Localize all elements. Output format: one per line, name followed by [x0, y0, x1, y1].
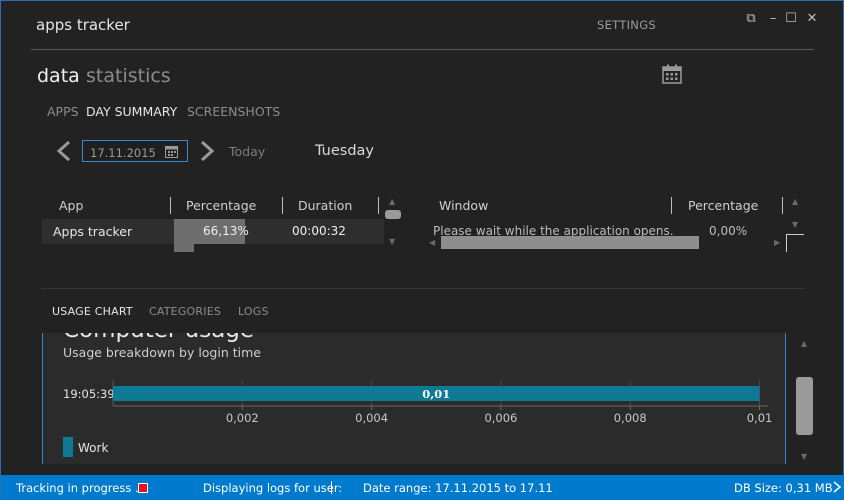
percentage-cell: 66,13%	[203, 224, 249, 238]
x-tick-label: 0,008	[614, 411, 647, 425]
tracking-status: Tracking in progress ...	[16, 481, 146, 495]
x-tick-label: 0,01	[747, 411, 773, 425]
column-divider[interactable]	[378, 197, 379, 214]
duration-cell: 00:00:32	[292, 224, 346, 238]
bar-data-label: 0,01	[422, 387, 450, 401]
maximize-button[interactable]: ☐	[783, 11, 799, 27]
column-divider[interactable]	[782, 197, 783, 214]
x-tick-label: 0,006	[484, 411, 517, 425]
column-header-window-percentage[interactable]: Percentage	[688, 198, 758, 213]
chart-scrollbar-thumb[interactable]	[796, 377, 813, 435]
header-data-tab[interactable]: data	[37, 65, 80, 87]
status-divider	[331, 481, 332, 494]
title-divider	[31, 49, 814, 50]
tab-screenshots[interactable]: SCREENSHOTS	[187, 104, 280, 119]
user-status: Displaying logs for user:	[203, 481, 343, 495]
window-percentage-cell: 0,00%	[709, 224, 748, 238]
x-tick-label: 0,002	[226, 411, 259, 425]
calendar-icon[interactable]	[662, 64, 682, 84]
scroll-up-arrow-icon[interactable]: ▲	[792, 197, 798, 206]
chevron-right-icon[interactable]	[197, 139, 217, 163]
settings-link[interactable]: SETTINGS	[597, 18, 656, 32]
close-button[interactable]: ✕	[804, 11, 820, 27]
tab-categories[interactable]: CATEGORIES	[149, 305, 221, 318]
tab-day-summary[interactable]: DAY SUMMARY	[86, 104, 177, 119]
column-header-window[interactable]: Window	[439, 198, 488, 213]
scroll-down-arrow-icon[interactable]: ▼	[801, 452, 807, 461]
date-picker-icon[interactable]	[165, 145, 178, 158]
app-name-cell: Apps tracker	[53, 224, 133, 239]
chevron-left-icon[interactable]	[54, 139, 74, 163]
x-tick-label: 0,004	[355, 411, 388, 425]
today-link[interactable]: Today	[229, 144, 265, 159]
status-bar: Tracking in progress ... Displaying logs…	[1, 475, 844, 500]
apps-scrollbar-thumb[interactable]	[385, 210, 401, 219]
db-size-status: DB Size: 0,31 MB	[734, 481, 833, 495]
scroll-left-arrow-icon[interactable]: ◀	[429, 238, 435, 247]
restore-window-icon[interactable]: ⧉	[743, 11, 759, 27]
minimize-button[interactable]: –	[765, 11, 781, 27]
tracking-indicator-icon[interactable]	[138, 483, 148, 493]
tab-usage-chart[interactable]: USAGE CHART	[52, 305, 133, 318]
column-divider[interactable]	[170, 197, 171, 214]
column-header-duration[interactable]: Duration	[298, 198, 352, 213]
chevron-right-icon[interactable]	[831, 479, 843, 495]
scroll-corner	[786, 234, 804, 252]
date-range-status: Date range: 17.11.2015 to 17.11	[363, 481, 553, 495]
category-label: 19:05:39	[63, 387, 115, 401]
legend-label: Work	[78, 441, 108, 455]
column-header-percentage[interactable]: Percentage	[186, 198, 256, 213]
day-name: Tuesday	[315, 143, 374, 159]
scroll-down-arrow-icon[interactable]: ▼	[792, 220, 798, 229]
tab-apps[interactable]: APPS	[47, 104, 79, 119]
tab-logs[interactable]: LOGS	[238, 305, 269, 318]
app-window: apps tracker SETTINGS ⧉ – ☐ ✕ data stati…	[0, 0, 844, 500]
column-header-app[interactable]: App	[59, 198, 83, 213]
percentage-bar-tail	[174, 244, 194, 252]
column-divider[interactable]	[282, 197, 283, 214]
scroll-up-arrow-icon[interactable]: ▲	[389, 197, 395, 206]
section-divider	[41, 288, 805, 289]
usage-chart: 0,002 0,004 0,006 0,008 0,01 19:05:39 0,01 Work	[63, 380, 773, 457]
column-divider[interactable]	[671, 197, 672, 214]
legend-swatch	[63, 437, 73, 457]
scroll-down-arrow-icon[interactable]: ▼	[389, 237, 395, 246]
header-statistics-tab[interactable]: statistics	[86, 65, 171, 87]
scroll-right-arrow-icon[interactable]: ▶	[774, 238, 780, 247]
windows-hscroll-thumb[interactable]	[441, 236, 699, 249]
scroll-up-arrow-icon[interactable]: ▲	[801, 339, 807, 348]
usage-chart-panel: Computer usage Usage breakdown by login …	[42, 333, 786, 464]
app-title: apps tracker	[36, 16, 130, 34]
